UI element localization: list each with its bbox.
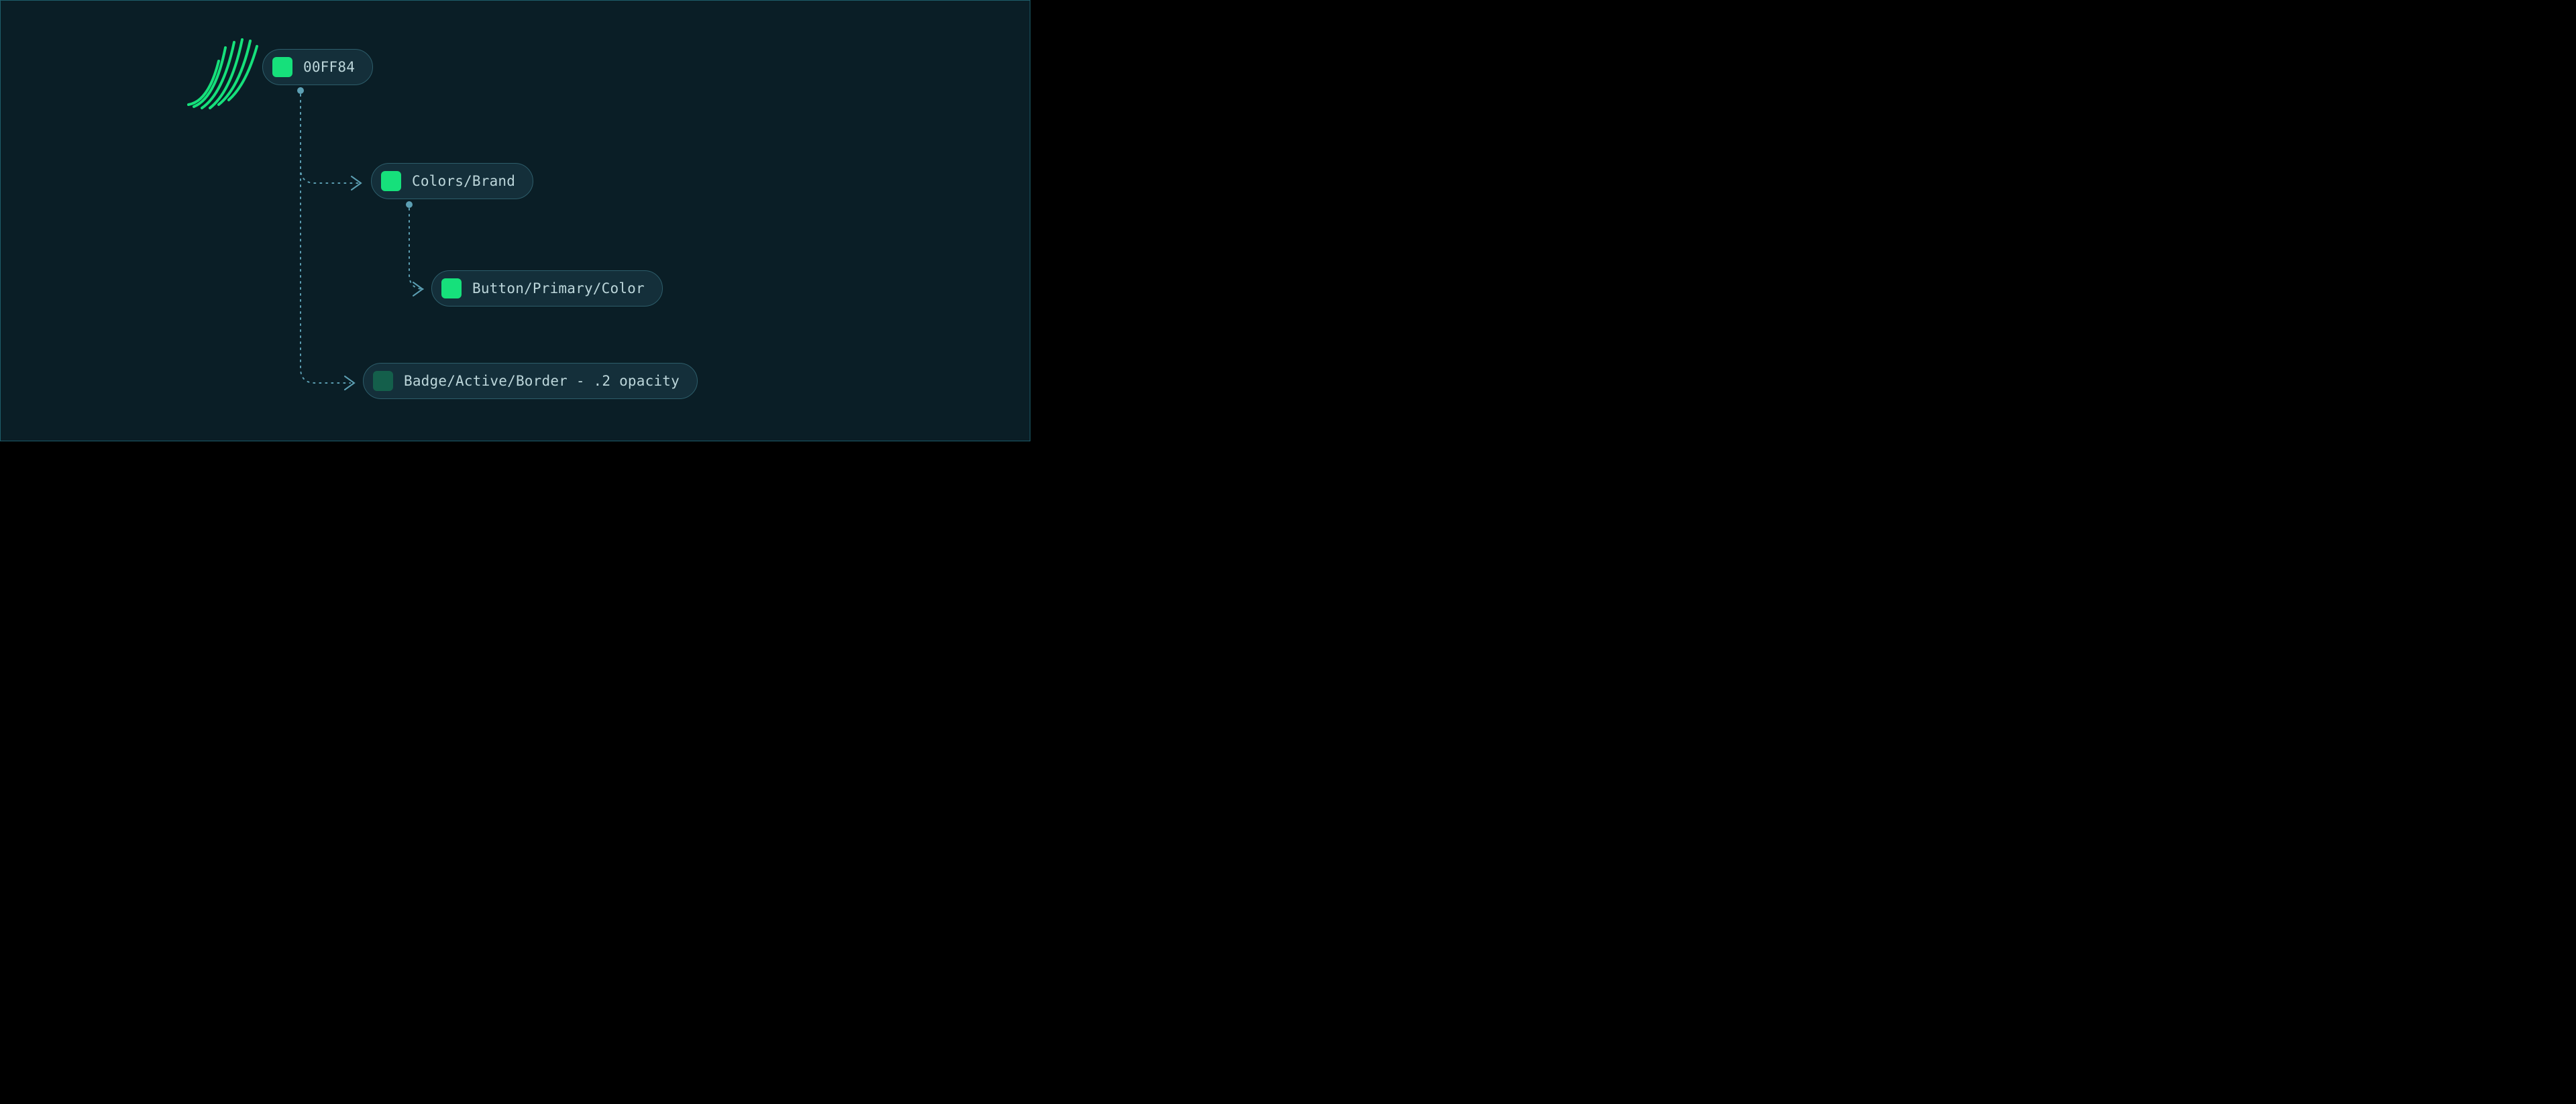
color-swatch <box>441 278 462 298</box>
token-label: Button/Primary/Color <box>472 280 645 296</box>
token-label: 00FF84 <box>303 59 355 75</box>
annotation-scribble <box>182 34 262 115</box>
token-node-brand[interactable]: Colors/Brand <box>371 163 533 199</box>
color-swatch <box>272 57 292 77</box>
token-node-badge[interactable]: Badge/Active/Border - .2 opacity <box>363 363 698 399</box>
diagram-canvas: 00FF84 Colors/Brand Button/Primary/Color… <box>0 0 1030 441</box>
color-swatch <box>373 371 393 391</box>
color-swatch <box>381 171 401 191</box>
token-node-button[interactable]: Button/Primary/Color <box>431 270 663 307</box>
token-label: Badge/Active/Border - .2 opacity <box>404 373 680 389</box>
token-label: Colors/Brand <box>412 173 515 189</box>
token-node-root[interactable]: 00FF84 <box>262 49 373 85</box>
